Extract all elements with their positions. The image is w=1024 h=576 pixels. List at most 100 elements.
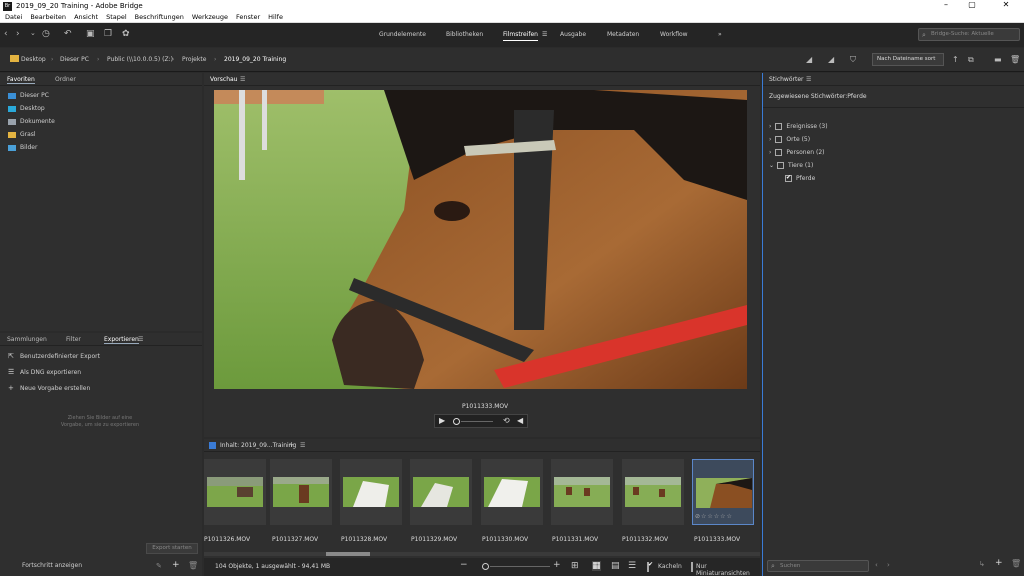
close-icon[interactable]: ✕	[996, 0, 1016, 9]
add-tab-icon[interactable]: +	[288, 440, 295, 449]
refine-icon[interactable]: ✿	[122, 29, 130, 39]
favorite-dokumente[interactable]: Dokumente	[8, 118, 55, 125]
breadcrumb-desktop[interactable]: Desktop	[21, 56, 46, 63]
volume-icon[interactable]: ◀	[517, 416, 523, 425]
export-item-custom[interactable]: ⇱ Benutzerdefinierter Export	[8, 352, 100, 360]
keyword-checkbox[interactable]	[775, 123, 783, 130]
export-item-new-preset[interactable]: + Neue Vorgabe erstellen	[8, 384, 90, 392]
menu-stapel[interactable]: Stapel	[106, 13, 127, 21]
favorite-desktop[interactable]: Desktop	[8, 105, 45, 112]
more-workspaces-icon[interactable]: »	[718, 31, 722, 38]
chevron-right-icon[interactable]: ›	[769, 149, 771, 156]
tab-favoriten[interactable]: Favoriten	[7, 76, 35, 84]
edit-icon[interactable]: ✎	[156, 562, 162, 570]
keyword-tiere[interactable]: ⌄ Tiere (1)	[769, 162, 813, 169]
keyword-checkbox-checked[interactable]	[785, 174, 792, 182]
add-icon[interactable]: +	[172, 560, 180, 570]
workspace-workflow[interactable]: Workflow	[660, 31, 688, 38]
thumbnail[interactable]	[551, 459, 613, 525]
zoom-slider-track[interactable]	[490, 566, 550, 567]
thumbnail[interactable]	[622, 459, 684, 525]
favorite-dieser-pc[interactable]: Dieser PC	[8, 92, 49, 99]
export-start-button[interactable]: Export starten	[146, 543, 198, 554]
tab-sammlungen[interactable]: Sammlungen	[7, 336, 47, 343]
previous-icon[interactable]: ‹	[875, 561, 878, 569]
tab-exportieren[interactable]: Exportieren	[104, 336, 139, 344]
keyword-ereignisse[interactable]: › Ereignisse (3)	[769, 123, 828, 130]
subkeyword-icon[interactable]: ↳	[979, 560, 985, 568]
delete-icon[interactable]: 🗑	[188, 561, 198, 570]
play-icon[interactable]: ▶	[439, 416, 445, 425]
tab-ordner[interactable]: Ordner	[55, 76, 76, 83]
menu-fenster[interactable]: Fenster	[236, 13, 260, 21]
quality-icon[interactable]: ◢	[806, 55, 812, 64]
menu-hilfe[interactable]: Hilfe	[268, 13, 283, 21]
zoom-slider-handle[interactable]	[482, 563, 489, 570]
thumbnail-selected[interactable]: ⊘☆☆☆☆☆	[692, 459, 754, 525]
tab-filter[interactable]: Filter	[66, 336, 81, 343]
breadcrumb-public[interactable]: Public (\\10.0.0.5) (Z:)	[107, 56, 173, 63]
zoom-out-icon[interactable]: −	[460, 560, 468, 570]
chevron-down-icon[interactable]: ⌄	[30, 29, 36, 37]
next-icon[interactable]: ›	[887, 561, 890, 569]
panel-menu-icon[interactable]: ☰	[138, 336, 143, 343]
thumbnail-view-icon[interactable]: ▦	[592, 561, 601, 571]
workspace-filmstreifen[interactable]: Filmstreifen	[503, 31, 538, 41]
copy-icon[interactable]: ❐	[104, 29, 112, 39]
grid-view-icon[interactable]: ⊞	[571, 561, 579, 571]
scrubber-handle[interactable]	[453, 418, 460, 425]
menu-werkzeuge[interactable]: Werkzeuge	[192, 13, 228, 21]
menu-bearbeiten[interactable]: Bearbeiten	[30, 13, 66, 21]
filmstrip-scrollbar[interactable]	[204, 552, 760, 556]
keyword-checkbox[interactable]	[775, 136, 783, 143]
maximize-icon[interactable]: ▢	[962, 0, 982, 9]
search-input[interactable]: Bridge-Suche: Aktuelle	[918, 28, 1020, 41]
details-view-icon[interactable]: ▤	[611, 561, 620, 571]
thumbnail[interactable]	[204, 459, 266, 525]
menu-datei[interactable]: Datei	[5, 13, 22, 21]
sort-direction-icon[interactable]: ↑	[952, 55, 959, 64]
loop-icon[interactable]: ⟲	[503, 416, 510, 425]
keyword-pferde[interactable]: Pferde	[785, 174, 815, 182]
trash-icon[interactable]: 🗑	[1010, 55, 1020, 64]
thumbnail[interactable]	[340, 459, 402, 525]
minimize-icon[interactable]: –	[936, 0, 956, 9]
add-keyword-icon[interactable]: +	[995, 558, 1003, 568]
chevron-right-icon[interactable]: ›	[769, 136, 771, 143]
rating-filter-icon[interactable]: ◢	[828, 55, 834, 64]
rating-stars[interactable]: ⊘☆☆☆☆☆	[695, 513, 733, 520]
thumbnail[interactable]	[270, 459, 332, 525]
delete-keyword-icon[interactable]: 🗑	[1011, 559, 1021, 568]
recent-icon[interactable]: ◷	[42, 29, 50, 39]
progress-label[interactable]: Fortschritt anzeigen	[22, 562, 82, 569]
panel-menu-icon[interactable]: ☰	[300, 442, 305, 449]
workspace-metadaten[interactable]: Metadaten	[607, 31, 639, 38]
scrollbar-thumb[interactable]	[326, 552, 370, 556]
favorite-bilder[interactable]: Bilder	[8, 144, 37, 151]
filter-icon[interactable]: ⛉	[850, 55, 856, 65]
chevron-down-icon[interactable]: ⌄	[769, 162, 774, 169]
forward-icon[interactable]: ›	[16, 29, 20, 39]
breadcrumb-projekte[interactable]: Projekte	[182, 56, 206, 63]
panel-menu-icon[interactable]: ☰	[806, 76, 811, 83]
export-item-dng[interactable]: ☰ Als DNG exportieren	[8, 368, 81, 376]
menu-ansicht[interactable]: Ansicht	[74, 13, 98, 21]
menu-beschriftungen[interactable]: Beschriftungen	[135, 13, 184, 21]
return-icon[interactable]: ↶	[64, 29, 72, 39]
keyword-orte[interactable]: › Orte (5)	[769, 136, 810, 143]
chevron-right-icon[interactable]: ›	[769, 123, 771, 130]
camera-icon[interactable]: ▣	[86, 29, 95, 39]
list-view-icon[interactable]: ☰	[628, 561, 636, 571]
miniatur-checkbox[interactable]	[691, 562, 693, 572]
keyword-checkbox[interactable]	[777, 162, 785, 169]
favorite-grasl[interactable]: Grasl	[8, 131, 36, 138]
thumbnail[interactable]	[481, 459, 543, 525]
keyword-checkbox[interactable]	[775, 149, 783, 156]
workspace-ausgabe[interactable]: Ausgabe	[560, 31, 586, 38]
zoom-in-icon[interactable]: +	[553, 560, 561, 570]
keyword-search-input[interactable]: Suchen	[767, 560, 869, 572]
thumbnail[interactable]	[410, 459, 472, 525]
back-icon[interactable]: ‹	[4, 29, 8, 39]
breadcrumb-current[interactable]: 2019_09_20 Training	[224, 56, 286, 63]
breadcrumb-dieser-pc[interactable]: Dieser PC	[60, 56, 89, 63]
